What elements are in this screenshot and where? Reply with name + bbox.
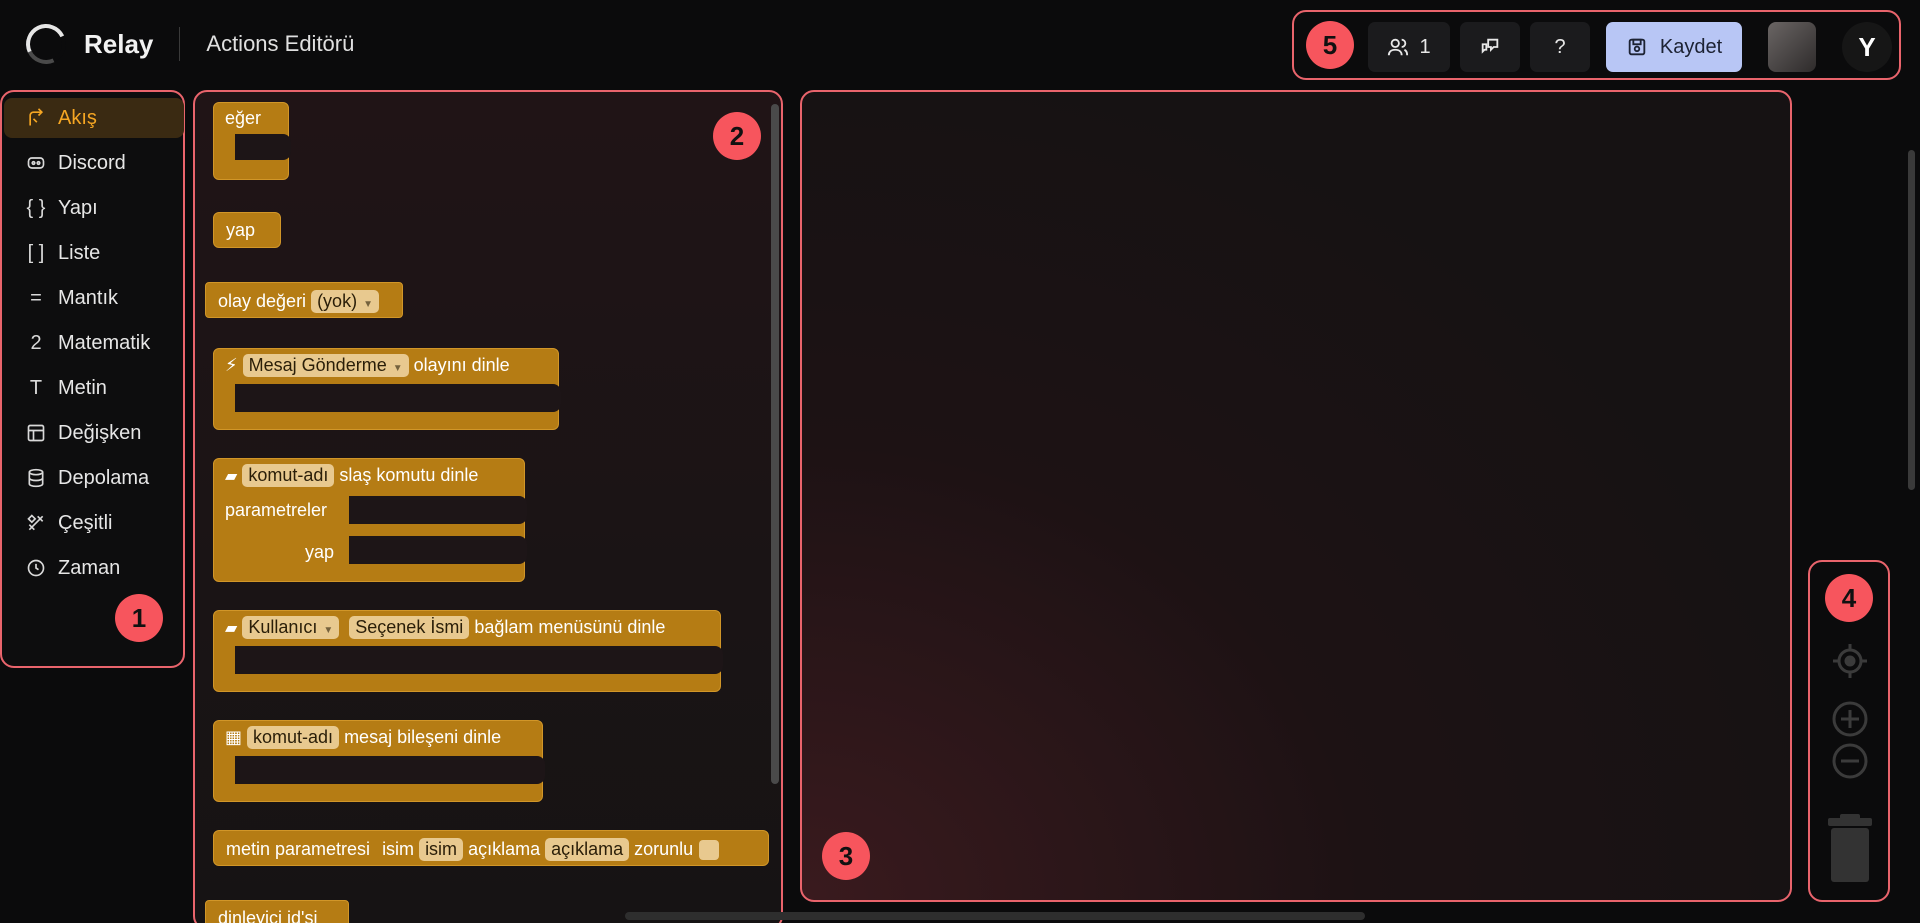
component-label: mesaj bileşeni dinle xyxy=(344,727,502,747)
zoom-in-icon[interactable] xyxy=(1831,700,1869,738)
context-menu-label: bağlam menüsünü dinle xyxy=(474,617,666,637)
sidebar-item-structure[interactable]: { } Yapı xyxy=(4,188,184,228)
feedback-button[interactable] xyxy=(1460,22,1520,72)
annotation-marker-3: 3 xyxy=(822,832,870,880)
save-button[interactable]: Kaydet xyxy=(1606,22,1742,72)
collaborators-button[interactable]: 1 xyxy=(1368,22,1450,72)
sidebar-item-label: Mantık xyxy=(58,286,119,309)
page-title: Actions Editörü xyxy=(206,31,355,56)
listener-id-label: dinleyici id'si xyxy=(218,908,318,923)
trash-icon[interactable] xyxy=(1826,812,1874,884)
sidebar-item-logic[interactable]: = Mantık xyxy=(4,278,184,318)
recenter-icon[interactable] xyxy=(1831,642,1869,680)
slash-do-label: yap xyxy=(305,542,335,562)
context-menu-icon: ▰ xyxy=(225,619,238,637)
if-label: eğer xyxy=(225,108,262,128)
listener-id-block[interactable]: dinleyici id'si xyxy=(205,900,349,923)
zoom-out-icon[interactable] xyxy=(1831,742,1869,780)
name-field[interactable]: isim xyxy=(419,838,464,861)
sidebar-item-label: Matematik xyxy=(58,331,151,354)
params-label: parametreler xyxy=(225,500,328,520)
flow-icon xyxy=(22,108,50,128)
annotation-marker-5: 5 xyxy=(1306,21,1354,69)
sidebar-item-list[interactable]: [ ] Liste xyxy=(4,233,184,273)
save-icon xyxy=(1628,38,1646,56)
braces-icon: { } xyxy=(26,196,46,219)
component-name-field[interactable]: komut-adı xyxy=(247,726,340,749)
lightning-icon: ⚡ xyxy=(225,355,238,375)
required-label: zorunlu xyxy=(634,839,694,859)
help-icon: ? xyxy=(1554,35,1566,58)
sidebar-item-misc[interactable]: Çeşitli xyxy=(4,503,184,543)
sidebar-item-label: Depolama xyxy=(58,466,150,489)
message-event-label: olayını dinle xyxy=(413,355,510,375)
sidebar-item-math[interactable]: 2 Matematik xyxy=(4,323,184,363)
equals-icon: = xyxy=(30,286,42,309)
app-logo[interactable]: Relay Actions Editörü xyxy=(20,18,355,70)
event-value-block[interactable]: olay değeri (yok) ▼ xyxy=(205,282,403,318)
slash-command-icon: ▰ xyxy=(225,467,238,485)
sidebar-item-time[interactable]: Zaman xyxy=(4,548,184,588)
slash-command-label: slaş komutu dinle xyxy=(339,465,479,485)
sidebar-item-label: Akış xyxy=(58,106,97,129)
workspace-avatar[interactable] xyxy=(1768,22,1816,72)
palette-scrollbar[interactable] xyxy=(771,104,779,784)
event-value-dropdown[interactable]: (yok) ▼ xyxy=(311,290,379,313)
users-icon xyxy=(1388,38,1409,56)
table-icon xyxy=(22,423,50,443)
user-avatar[interactable]: Y xyxy=(1842,22,1892,72)
event-type-dropdown[interactable]: Mesaj Gönderme ▼ xyxy=(242,354,409,377)
command-name-field[interactable]: komut-adı xyxy=(242,464,335,487)
save-label: Kaydet xyxy=(1659,35,1723,58)
do-label: yap xyxy=(226,220,256,240)
collaborators-count: 1 xyxy=(1419,35,1431,58)
grid-icon: ▦ xyxy=(225,727,243,747)
description-field[interactable]: açıklama xyxy=(545,838,630,861)
annotation-marker-2: 2 xyxy=(713,112,761,160)
workspace-vertical-scrollbar[interactable] xyxy=(1908,150,1915,490)
text-param-label: metin parametresi xyxy=(226,839,371,859)
help-button[interactable]: ? xyxy=(1530,22,1590,72)
sidebar-item-label: Zaman xyxy=(58,556,121,579)
category-sidebar: Akış Discord { } Yapı [ ] Liste = Mantık… xyxy=(0,90,185,668)
app-name: Relay xyxy=(84,28,154,59)
sidebar-item-variable[interactable]: Değişken xyxy=(4,413,184,453)
text-icon: T xyxy=(29,376,43,399)
database-icon xyxy=(22,468,50,488)
required-checkbox[interactable] xyxy=(699,839,720,860)
block-palette: 2 eğer yap olay değeri (yok) ▼ ⚡ Mesaj Gö… xyxy=(193,90,783,923)
sidebar-item-label: Çeşitli xyxy=(58,511,113,534)
annotation-marker-1: 1 xyxy=(115,594,163,642)
annotation-marker-4: 4 xyxy=(1825,574,1873,622)
clock-icon xyxy=(22,558,50,578)
sidebar-item-storage[interactable]: Depolama xyxy=(4,458,184,498)
number-icon: 2 xyxy=(30,331,42,354)
workspace-horizontal-scrollbar[interactable] xyxy=(625,912,1365,920)
tools-icon xyxy=(22,513,50,533)
sidebar-item-label: Metin xyxy=(58,376,107,399)
discord-icon xyxy=(22,153,50,173)
zoom-controls: 4 xyxy=(1808,560,1890,902)
sidebar-item-label: Discord xyxy=(58,151,126,174)
sidebar-item-label: Liste xyxy=(58,241,101,264)
context-type-dropdown[interactable]: Kullanıcı ▼ xyxy=(242,616,340,639)
brackets-icon: [ ] xyxy=(27,241,45,264)
sidebar-item-discord[interactable]: Discord xyxy=(4,143,184,183)
header-divider xyxy=(179,27,181,61)
top-toolbar: 5 1 ? Kaydet Y xyxy=(1292,10,1901,80)
option-name-field[interactable]: Seçenek İsmi xyxy=(349,616,470,639)
block-workspace[interactable]: 3 xyxy=(800,90,1792,902)
relay-logo-icon xyxy=(20,18,72,70)
chat-bubbles-icon xyxy=(1481,38,1499,54)
sidebar-item-label: Değişken xyxy=(58,421,142,444)
event-value-label: olay değeri xyxy=(218,291,307,311)
do-block[interactable]: yap xyxy=(213,212,281,248)
description-label: açıklama xyxy=(468,839,541,859)
sidebar-item-label: Yapı xyxy=(58,196,98,219)
app-header: Relay Actions Editörü 5 1 ? Kaydet Y xyxy=(0,0,1920,90)
sidebar-item-text[interactable]: T Metin xyxy=(4,368,184,408)
name-label: isim xyxy=(382,839,415,859)
sidebar-item-flow[interactable]: Akış xyxy=(4,98,184,138)
text-parameter-block[interactable]: metin parametresi isim isim açıklama açı… xyxy=(213,830,769,866)
